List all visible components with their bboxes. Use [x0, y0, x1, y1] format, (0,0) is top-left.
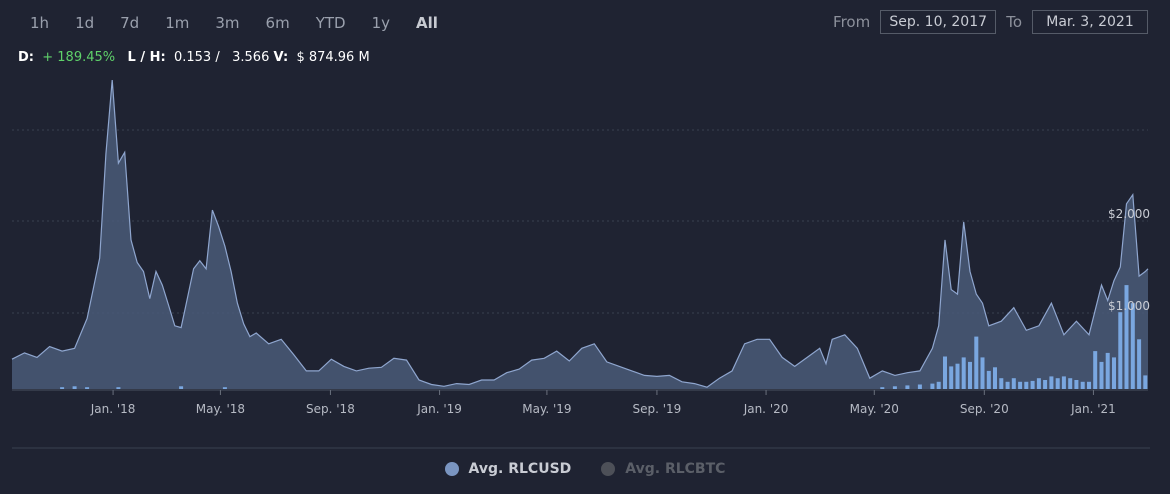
volume-bar [1080, 381, 1085, 389]
volume-bar [1118, 312, 1123, 389]
volume-bar [936, 381, 941, 389]
volume-bar [1036, 378, 1041, 389]
legend-label: Avg. RLCUSD [468, 461, 572, 477]
volume-bar [1011, 378, 1016, 389]
volume-bar [85, 387, 90, 389]
volume-bar [1130, 303, 1135, 389]
price-chart[interactable]: Jan. '18 May. '18 Sep. '18 Jan. '19 May. '19… [0, 0, 1170, 494]
x-tick-label: Jan. '20 [743, 402, 789, 416]
volume-bar [60, 387, 65, 389]
x-tick-label: May. '20 [850, 402, 899, 416]
volume-bar [1074, 380, 1079, 389]
volume-bar [943, 356, 947, 389]
legend-item-1[interactable]: Avg. RLCBTC [601, 461, 725, 477]
legend-item-0[interactable]: Avg. RLCUSD [444, 461, 572, 477]
x-tick-label: Jan. '19 [416, 402, 462, 416]
volume-bar [222, 387, 227, 389]
y-tick-label: $2.000 [1108, 207, 1150, 221]
volume-bar [179, 386, 184, 389]
volume-bar [880, 387, 885, 389]
volume-bar [1105, 352, 1110, 389]
legend-dot [444, 462, 459, 476]
volume-bar [1087, 381, 1091, 389]
x-tick-label: Sep. '18 [306, 402, 355, 416]
volume-bar [930, 383, 935, 389]
volume-bar [1093, 351, 1098, 389]
x-tick-label: Sep. '20 [960, 402, 1009, 416]
volume-bar [72, 386, 77, 389]
volume-bar [980, 357, 985, 389]
volume-bar [1112, 357, 1116, 389]
volume-bar [1099, 361, 1104, 389]
volume-bar [1061, 376, 1066, 389]
volume-bar [955, 363, 960, 389]
volume-bar [949, 366, 954, 389]
volume-bar [892, 386, 897, 389]
volume-bar [993, 367, 997, 389]
volume-bar [999, 378, 1004, 389]
volume-bar [1143, 375, 1148, 389]
legend: Avg. RLCUSD Avg. RLCBTC [0, 461, 1170, 477]
x-tick-label: May. '18 [196, 402, 245, 416]
y-tick-label: $1.000 [1108, 299, 1150, 313]
volume-bar [961, 357, 966, 389]
volume-bar [1024, 381, 1029, 389]
x-tick-label: May. '19 [522, 402, 571, 416]
volume-bar [1005, 381, 1010, 389]
volume-bar [1018, 381, 1023, 389]
legend-dot [601, 462, 616, 476]
x-tick-label: Jan. '21 [1070, 402, 1116, 416]
volume-bar [1055, 378, 1060, 389]
volume-bar [986, 370, 991, 389]
volume-bar [974, 336, 979, 389]
volume-bar [1030, 380, 1035, 389]
x-tick-label: Sep. '19 [633, 402, 682, 416]
volume-bar [116, 387, 121, 389]
volume-bar [1068, 378, 1073, 389]
legend-label: Avg. RLCBTC [625, 461, 726, 477]
volume-bar [905, 385, 910, 389]
x-tick-label: Jan. '18 [90, 402, 136, 416]
volume-bar [1137, 339, 1142, 389]
volume-bar [1049, 376, 1054, 389]
volume-bar [968, 361, 972, 389]
volume-bar [1043, 380, 1048, 389]
volume-bar [917, 384, 922, 389]
